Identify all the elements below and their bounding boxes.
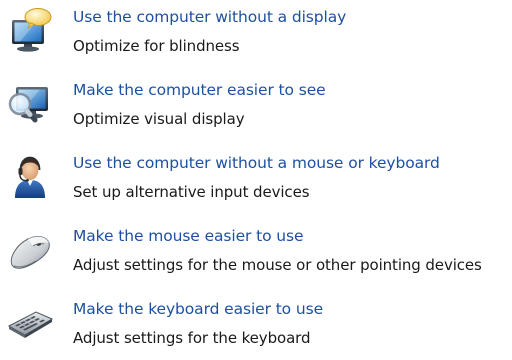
keyboard-icon[interactable] xyxy=(6,298,54,346)
task-mouse-easier: Make the mouse easier to use Adjust sett… xyxy=(0,221,512,283)
task-description-no-mouse-keyboard: Set up alternative input devices xyxy=(73,183,310,201)
mouse-icon[interactable] xyxy=(6,225,54,273)
monitor-speech-icon[interactable] xyxy=(6,6,54,54)
task-description-keyboard-easier: Adjust settings for the keyboard xyxy=(73,329,311,347)
task-link-mouse-easier[interactable]: Make the mouse easier to use xyxy=(73,227,304,245)
task-easier-to-see: Make the computer easier to see Optimize… xyxy=(0,75,512,137)
monitor-magnifier-icon[interactable] xyxy=(6,79,54,127)
task-description-easier-to-see: Optimize visual display xyxy=(73,110,245,128)
task-display-less: Use the computer without a display Optim… xyxy=(0,2,512,64)
task-description-mouse-easier: Adjust settings for the mouse or other p… xyxy=(73,256,482,274)
task-no-mouse-keyboard: Use the computer without a mouse or keyb… xyxy=(0,148,512,210)
task-keyboard-easier: Make the keyboard easier to use Adjust s… xyxy=(0,294,512,356)
task-link-easier-to-see[interactable]: Make the computer easier to see xyxy=(73,81,326,99)
task-link-keyboard-easier[interactable]: Make the keyboard easier to use xyxy=(73,300,323,318)
person-headset-icon[interactable] xyxy=(6,152,54,200)
task-description-display-less: Optimize for blindness xyxy=(73,37,240,55)
ease-of-access-task-list: Use the computer without a display Optim… xyxy=(0,0,512,360)
task-link-no-mouse-keyboard[interactable]: Use the computer without a mouse or keyb… xyxy=(73,154,440,172)
task-link-display-less[interactable]: Use the computer without a display xyxy=(73,8,346,26)
